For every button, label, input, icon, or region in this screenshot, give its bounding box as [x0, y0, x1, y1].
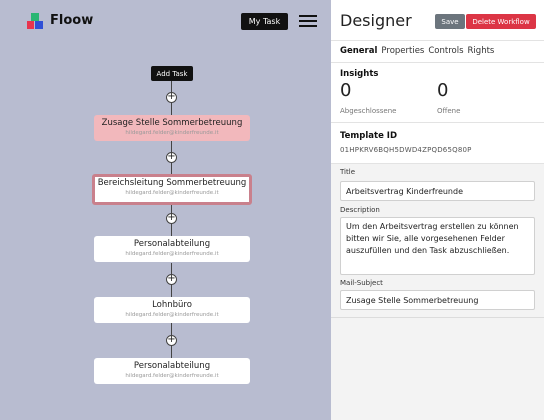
open-label: Offene: [437, 107, 461, 115]
step-assignee-email: hildegard.felder@kinderfreunde.it: [125, 373, 219, 379]
delete-workflow-button[interactable]: Delete Workflow: [466, 14, 536, 29]
designer-tabs: General Properties Controls Rights: [340, 46, 494, 56]
workflow-step-node[interactable]: Lohnbüro hildegard.felder@kinderfreunde.…: [94, 297, 250, 323]
add-step-plus-icon[interactable]: +: [166, 152, 177, 163]
hamburger-menu-icon[interactable]: [299, 15, 317, 27]
workflow-step-node-selected[interactable]: Bereichsleitung Sommerbetreuung hildegar…: [92, 174, 252, 205]
step-title: Zusage Stelle Sommerbetreuung: [101, 118, 243, 128]
step-title: Personalabteilung: [133, 361, 211, 371]
tab-properties[interactable]: Properties: [381, 46, 424, 56]
insights-divider: [331, 122, 544, 123]
description-label: Description: [340, 206, 380, 214]
mail-subject-input[interactable]: Zusage Stelle Sommerbetreuung: [340, 290, 535, 310]
tab-general[interactable]: General: [340, 46, 377, 56]
designer-header: Designer Save Delete Workflow: [331, 0, 544, 40]
add-step-plus-icon[interactable]: +: [166, 335, 177, 346]
title-label: Title: [340, 168, 356, 176]
step-title: Personalabteilung: [133, 239, 211, 249]
workflow-step-node[interactable]: Personalabteilung hildegard.felder@kinde…: [94, 358, 250, 384]
add-step-plus-icon[interactable]: +: [166, 213, 177, 224]
title-input[interactable]: Arbeitsvertrag Kinderfreunde: [340, 181, 535, 201]
description-textarea[interactable]: Um den Arbeitsvertrag erstellen zu könne…: [340, 217, 535, 275]
step-form: Title Arbeitsvertrag Kinderfreunde Descr…: [331, 163, 544, 420]
designer-panel: Designer Save Delete Workflow General Pr…: [331, 0, 544, 420]
step-assignee-email: hildegard.felder@kinderfreunde.it: [125, 251, 219, 257]
tabs-divider: [331, 62, 544, 63]
completed-count: 0: [340, 80, 352, 101]
step-assignee-email: hildegard.felder@kinderfreunde.it: [125, 190, 219, 196]
completed-label: Abgeschlossene: [340, 107, 397, 115]
workflow-step-node[interactable]: Personalabteilung hildegard.felder@kinde…: [94, 236, 250, 262]
tab-rights[interactable]: Rights: [468, 46, 495, 56]
add-step-plus-icon[interactable]: +: [166, 274, 177, 285]
app-title: Floow: [50, 13, 94, 28]
insights-heading: Insights: [340, 69, 379, 79]
step-assignee-email: hildegard.felder@kinderfreunde.it: [125, 130, 219, 136]
app-logo-icon: [27, 13, 44, 30]
designer-title: Designer: [340, 11, 412, 30]
workflow-step-node[interactable]: Zusage Stelle Sommerbetreuung hildegard.…: [94, 115, 250, 141]
save-button[interactable]: Save: [435, 14, 465, 29]
step-assignee-email: hildegard.felder@kinderfreunde.it: [125, 312, 219, 318]
my-task-button[interactable]: My Task: [241, 13, 288, 30]
step-title: Lohnbüro: [152, 300, 192, 310]
form-bottom-divider: [331, 317, 544, 318]
tab-controls[interactable]: Controls: [428, 46, 463, 56]
template-id-value: 01HPKRV6BQH5DWD4ZPQD65Q80P: [340, 146, 472, 154]
workflow-canvas[interactable]: Floow My Task Add Task + + + + + Zusage …: [0, 0, 331, 420]
top-bar: Floow My Task: [0, 0, 331, 44]
template-id-heading: Template ID: [340, 131, 398, 141]
add-task-button[interactable]: Add Task: [151, 66, 193, 81]
open-count: 0: [437, 80, 449, 101]
mail-subject-label: Mail-Subject: [340, 279, 383, 287]
header-divider: [331, 40, 544, 41]
step-title: Bereichsleitung Sommerbetreuung: [97, 178, 247, 188]
add-step-plus-icon[interactable]: +: [166, 92, 177, 103]
